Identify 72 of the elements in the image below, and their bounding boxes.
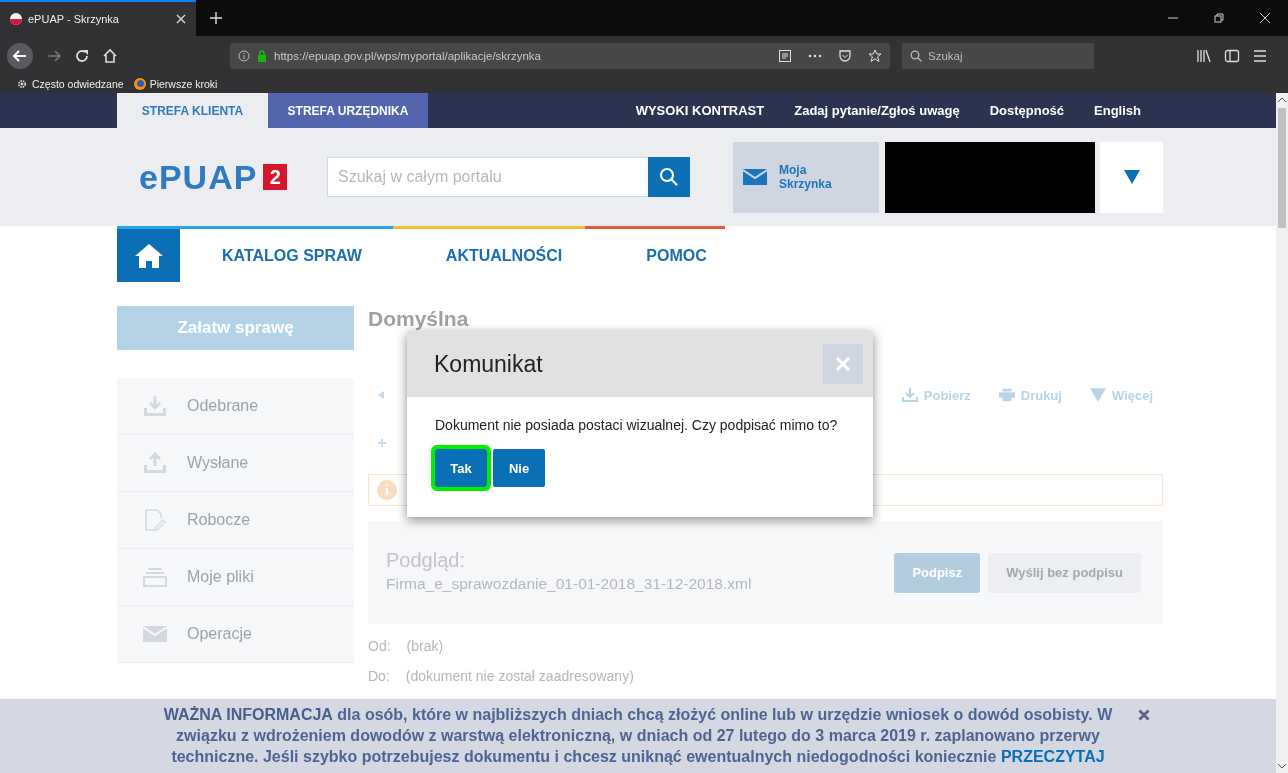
scroll-down-icon[interactable] bbox=[1278, 764, 1286, 769]
scroll-up-icon[interactable] bbox=[1278, 97, 1286, 102]
field-value: (dokument nie został zaadresowany) bbox=[405, 668, 634, 684]
close-icon bbox=[836, 357, 850, 371]
home-icon[interactable] bbox=[102, 47, 118, 64]
scrollbar-thumb[interactable] bbox=[1278, 108, 1286, 228]
bookmark-item[interactable]: Pierwsze kroki bbox=[133, 78, 218, 90]
menu-icon[interactable] bbox=[1252, 47, 1268, 64]
address-bar[interactable]: https://epuap.gov.pl/wps/myportal/aplikacje/skrzynka bbox=[230, 42, 890, 69]
back-icon[interactable] bbox=[6, 41, 34, 70]
site-favicon-icon bbox=[10, 13, 22, 25]
home-button[interactable] bbox=[117, 229, 180, 282]
envelope-icon bbox=[143, 623, 167, 645]
caret-icon bbox=[1123, 170, 1140, 184]
padlock-icon bbox=[256, 49, 268, 62]
field-value: (brak) bbox=[406, 638, 444, 654]
info-icon bbox=[238, 49, 250, 62]
dialog-button[interactable]: Nie bbox=[493, 449, 545, 487]
close-tab-icon[interactable] bbox=[176, 14, 186, 24]
sidebar-item[interactable]: Robocze bbox=[117, 492, 354, 549]
field-label: Do: bbox=[368, 668, 390, 684]
library-icon[interactable] bbox=[1196, 47, 1212, 64]
browser-tab[interactable]: ePUAP - Skrzynka bbox=[0, 0, 196, 36]
bookmark-item[interactable]: Często odwiedzane bbox=[16, 78, 124, 90]
sidebar-item[interactable]: Odebrane bbox=[117, 378, 354, 435]
forward-icon[interactable] bbox=[46, 47, 62, 64]
gear-icon bbox=[16, 78, 28, 90]
logo-text[interactable]: ePUAP bbox=[139, 157, 258, 197]
envelope-icon bbox=[743, 169, 767, 185]
sidebar-icon[interactable] bbox=[1224, 47, 1240, 64]
sidebar-item[interactable]: Moje pliki bbox=[117, 549, 354, 606]
info-icon bbox=[377, 480, 397, 500]
search-field[interactable]: Szukaj bbox=[902, 42, 1094, 69]
bookmark-star-icon[interactable] bbox=[868, 48, 882, 63]
menu-item[interactable]: AKTUALNOŚCI bbox=[445, 246, 563, 265]
mailbox-button[interactable]: Moja Skrzynka bbox=[733, 141, 879, 213]
search-field[interactable]: Szukaj w całym portalu bbox=[327, 157, 648, 197]
download-icon bbox=[143, 395, 167, 417]
sidebar-item[interactable]: Wysłane bbox=[117, 435, 354, 492]
nav-link[interactable]: English bbox=[1094, 93, 1141, 128]
download-icon bbox=[901, 388, 918, 402]
upload-icon bbox=[143, 452, 167, 474]
caret-icon bbox=[1089, 388, 1106, 402]
new-tab-icon[interactable] bbox=[210, 12, 222, 24]
dialog-title: Komunikat bbox=[434, 350, 543, 378]
nav-link[interactable]: WYSOKI KONTRAST bbox=[635, 93, 765, 128]
zone-tab[interactable]: STREFA KLIENTA bbox=[117, 93, 268, 128]
zone-tab[interactable]: STREFA URZĘDNIKA bbox=[268, 93, 428, 128]
sidebar-item[interactable]: Operacje bbox=[117, 606, 354, 663]
restore-icon[interactable] bbox=[1214, 13, 1224, 23]
search-button[interactable] bbox=[648, 157, 690, 197]
file-name: Firma_e_sprawozdanie_01-01-2018_31-12-2018.xml bbox=[386, 574, 753, 595]
pocket-icon[interactable] bbox=[838, 48, 852, 63]
menu-item[interactable]: KATALOG SPRAW bbox=[222, 246, 362, 265]
read-more-link[interactable]: PRZECZYTAJ bbox=[1000, 748, 1105, 765]
house-icon bbox=[133, 242, 164, 269]
field-label: Od: bbox=[368, 638, 391, 654]
nav-link[interactable]: Zadaj pytanie/Zgłoś uwagę bbox=[794, 93, 960, 128]
account-dropdown[interactable] bbox=[1100, 141, 1163, 213]
reload-icon[interactable] bbox=[74, 47, 90, 64]
document-edit-icon bbox=[143, 509, 167, 531]
notice-text: WAŻNA INFORMACJA dla osób, które w najbliższych dniach chcą złożyć online lub w urzędzie wniosek o dowód osobisty. W związku z wdrożeniem dowodów z warstwą elektroniczną, w dniach od 27 lutego do 3 marca 2019 r. zaplanowano przerwy techniczne. Jeśli szybko potrzebujesz dokumentu i chcesz uniknąć ewentualnych niedogodności koniecznie PRZECZYTAJ bbox=[162, 705, 1114, 767]
printer-icon bbox=[998, 388, 1015, 402]
browser-logo-icon bbox=[133, 78, 146, 90]
nav-link[interactable]: Dostępność bbox=[989, 93, 1065, 128]
logo-badge: 2 bbox=[263, 164, 288, 190]
menu-item[interactable]: POMOC bbox=[646, 246, 707, 265]
dialog-message: Dokument nie posiada postaci wizualnej. Czy podpisać mimo to? bbox=[434, 416, 839, 433]
reader-view-icon[interactable] bbox=[778, 48, 792, 63]
tray-icon bbox=[143, 566, 167, 588]
folder-title: Domyślna bbox=[368, 306, 470, 332]
search-icon bbox=[659, 167, 679, 187]
